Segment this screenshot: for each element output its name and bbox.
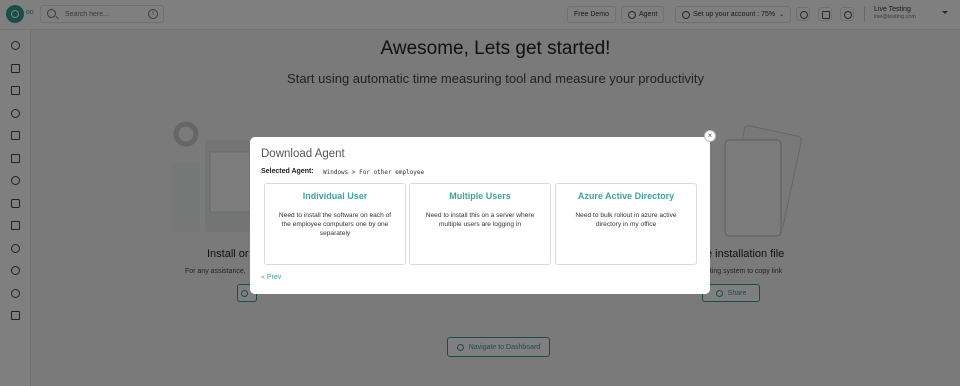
option-multiple-users[interactable]: Multiple Users Need to install this on a…: [409, 183, 551, 265]
option-azure-active-directory[interactable]: Azure Active Directory Need to bulk roll…: [555, 183, 697, 265]
download-agent-modal: Download Agent Selected Agent: Windows >…: [250, 137, 710, 294]
option-desc: Need to install this on a server where m…: [425, 212, 535, 228]
double-chevron-left-icon: «: [261, 274, 265, 281]
option-title: Individual User: [302, 191, 368, 201]
option-individual-user[interactable]: Individual User Need to install the soft…: [264, 183, 406, 265]
option-title: Azure Active Directory: [577, 191, 675, 201]
selected-agent-label: Selected Agent:: [261, 168, 314, 175]
close-icon[interactable]: ×: [704, 130, 716, 142]
prev-button[interactable]: « Prev: [261, 274, 281, 281]
option-desc: Need to bulk rollout in azure active dir…: [575, 212, 677, 228]
prev-label: Prev: [266, 274, 282, 281]
option-title: Multiple Users: [449, 191, 511, 201]
modal-title: Download Agent: [261, 148, 345, 160]
selected-agent-value: Windows > For other employee: [323, 169, 425, 176]
option-desc: Need to install the software on each of …: [278, 212, 392, 237]
